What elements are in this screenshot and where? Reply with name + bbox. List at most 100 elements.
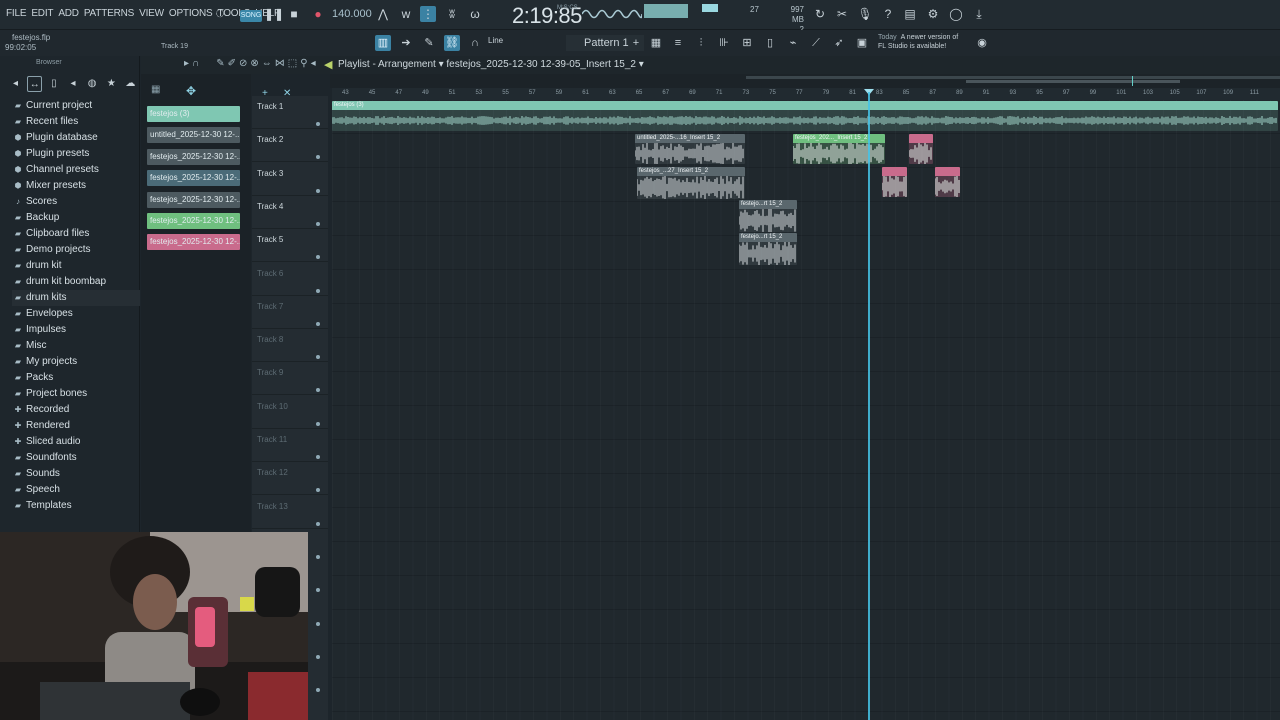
track-mute-dot[interactable] (316, 488, 320, 493)
track-header[interactable]: Track 9 (252, 362, 328, 396)
slice-icon[interactable]: ⋈ (275, 58, 285, 69)
browser-item[interactable]: ⬢ Plugin database (12, 130, 140, 146)
track-mute-dot[interactable] (316, 321, 320, 326)
track-mute-dot[interactable] (316, 688, 320, 693)
clip-header[interactable]: festejos (3) (332, 101, 1278, 110)
clip-source-item[interactable]: untitled_2025-12-30 12-... (147, 127, 240, 144)
browser-tree-icon[interactable]: ⊞ (739, 35, 755, 51)
audio-clip[interactable] (882, 167, 907, 197)
add-pattern-icon[interactable]: + (628, 35, 644, 51)
loop-record-icon[interactable]: ω (467, 6, 483, 22)
pause-icon[interactable]: ❚❚ (264, 6, 284, 22)
tempo-display[interactable]: 140.000 (332, 8, 372, 20)
track-mute-dot[interactable] (316, 255, 320, 260)
stop-icon[interactable]: ■ (286, 6, 302, 22)
track-header[interactable]: Track 1 (252, 96, 328, 129)
track-header[interactable]: Track 7 (252, 296, 328, 329)
audio-clip[interactable] (935, 167, 960, 197)
piano-roll-icon[interactable]: ▥ (375, 35, 391, 51)
metronome-icon[interactable]: ⋀ (375, 6, 391, 22)
clip-header[interactable] (909, 134, 933, 143)
track-header[interactable]: Track 6 (252, 263, 328, 296)
menu-patterns[interactable]: PATTERNS (84, 8, 134, 19)
playback-icon[interactable]: ◂ (311, 58, 316, 69)
audio-clip[interactable]: festejo...rt 15_2 (739, 200, 797, 232)
back-icon[interactable]: ◂ (8, 76, 23, 92)
browser-item[interactable]: ✚ Rendered (12, 418, 140, 434)
mixer-icon[interactable]: ⫶ (693, 35, 709, 51)
audio-clip[interactable]: festejos_...27_Insert 15_2 (637, 167, 745, 199)
pencil-icon[interactable]: ✎ (216, 58, 224, 69)
playlist-icon[interactable]: ▦ (648, 35, 664, 51)
track-header[interactable]: Track 3 (252, 163, 328, 196)
menu-file[interactable]: FILE (6, 8, 27, 19)
track-mute-dot[interactable] (316, 188, 320, 193)
browser-item[interactable]: ▰ Current project (12, 98, 140, 114)
browser-item[interactable]: ♪ Scores (12, 194, 140, 210)
clip-source-item[interactable]: festejos_2025-12-30 12-... (147, 148, 240, 165)
track-mute-dot[interactable] (316, 388, 320, 393)
menu-options[interactable]: OPTIONS (169, 8, 213, 19)
refresh-icon[interactable]: ↻ (812, 6, 828, 22)
browser-item[interactable]: ▰ Packs (12, 370, 140, 386)
clip-source-item[interactable]: festejos_2025-12-30 12-... (147, 234, 240, 251)
menu-view[interactable]: VIEW (139, 8, 164, 19)
link-icon[interactable]: ⛓ (444, 35, 460, 51)
track-mute-dot[interactable] (316, 554, 320, 559)
browser-item[interactable]: ▰ My projects (12, 354, 140, 370)
speaker-icon[interactable]: ◂ (65, 76, 80, 92)
help-icon[interactable]: ? (880, 6, 896, 22)
track-mute-dot[interactable] (316, 221, 320, 226)
track-mute-dot[interactable] (316, 588, 320, 593)
globe-icon[interactable]: ◉ (974, 35, 990, 51)
save-icon[interactable]: ▤ (902, 6, 918, 22)
magnet-icon[interactable]: ∩ (192, 58, 199, 69)
track-mute-dot[interactable] (316, 155, 320, 160)
track-header[interactable]: Track 11 (252, 429, 328, 462)
clip-header[interactable]: festejos_...27_Insert 15_2 (637, 167, 745, 176)
audio-clip[interactable] (909, 134, 933, 164)
countdown-icon[interactable]: ⋮ (420, 6, 436, 22)
magnet-icon[interactable]: ∩ (467, 35, 483, 51)
browser-item[interactable]: ▰ drum kit boombap (12, 274, 140, 290)
cloud-icon[interactable]: ☁ (123, 76, 138, 92)
browser-item[interactable]: ✚ Sliced audio (12, 434, 140, 450)
track-header[interactable]: Track 4 (252, 196, 328, 229)
track-header[interactable]: Track 2 (252, 129, 328, 163)
browser-item[interactable]: ▰ Templates (12, 498, 140, 514)
arrow-icon[interactable]: ▸ (184, 58, 189, 69)
star-icon[interactable]: ★ (104, 76, 119, 92)
blend-notes-icon[interactable]: ʬ (444, 6, 460, 22)
browser-item[interactable]: ⬢ Channel presets (12, 162, 140, 178)
browser-item[interactable]: ▰ drum kits (12, 290, 140, 306)
clip-source-item[interactable]: festejos_2025-12-30 12-... (147, 170, 240, 187)
playlist-overview[interactable] (330, 74, 1280, 88)
channel-rack-icon[interactable]: ≡ (670, 35, 686, 51)
song-mode-button[interactable]: SONG (240, 10, 262, 22)
browser-item[interactable]: ⬢ Mixer presets (12, 178, 140, 194)
slip-icon[interactable]: ⇔ (262, 58, 272, 69)
clip-header[interactable] (935, 167, 960, 176)
timeline-ruler[interactable]: 43 45 47 49 51 53 55 57 59 61 63 65 67 69 71 73 75 77 79 81… (332, 88, 1280, 100)
arrow-right-icon[interactable]: ➔ (398, 35, 414, 51)
playlist-grid[interactable]: festejos (3) untitled_2025-...16_Insert 1… (332, 100, 1280, 720)
clip-header[interactable]: festejos_202..._Insert 15_2 (793, 134, 885, 143)
microphone-icon[interactable]: 🎙 (857, 6, 873, 22)
browser-item[interactable]: ▰ Envelopes (12, 306, 140, 322)
pencil-icon[interactable]: ✎ (421, 35, 437, 51)
track-mute-dot[interactable] (316, 421, 320, 426)
track-mute-dot[interactable] (316, 288, 320, 293)
file-icon[interactable]: ▯ (762, 35, 778, 51)
audio-clip[interactable]: festejos (3) (332, 101, 1278, 131)
clip-header[interactable]: festejo...rt 15_2 (739, 200, 797, 209)
browser-item[interactable]: ▰ drum kit (12, 258, 140, 274)
clip-header[interactable] (882, 167, 907, 176)
record-audio-icon[interactable]: ▣ (854, 35, 870, 51)
track-mute-dot[interactable] (316, 654, 320, 659)
zoom-icon[interactable]: ⚲ (300, 58, 307, 69)
browser-item[interactable]: ▰ Recent files (12, 114, 140, 130)
track-header[interactable]: Track 12 (252, 462, 328, 496)
download-icon[interactable]: ⤓ (971, 6, 987, 22)
track-header[interactable]: Track 10 (252, 396, 328, 429)
browser-item[interactable]: ▰ Impulses (12, 322, 140, 338)
